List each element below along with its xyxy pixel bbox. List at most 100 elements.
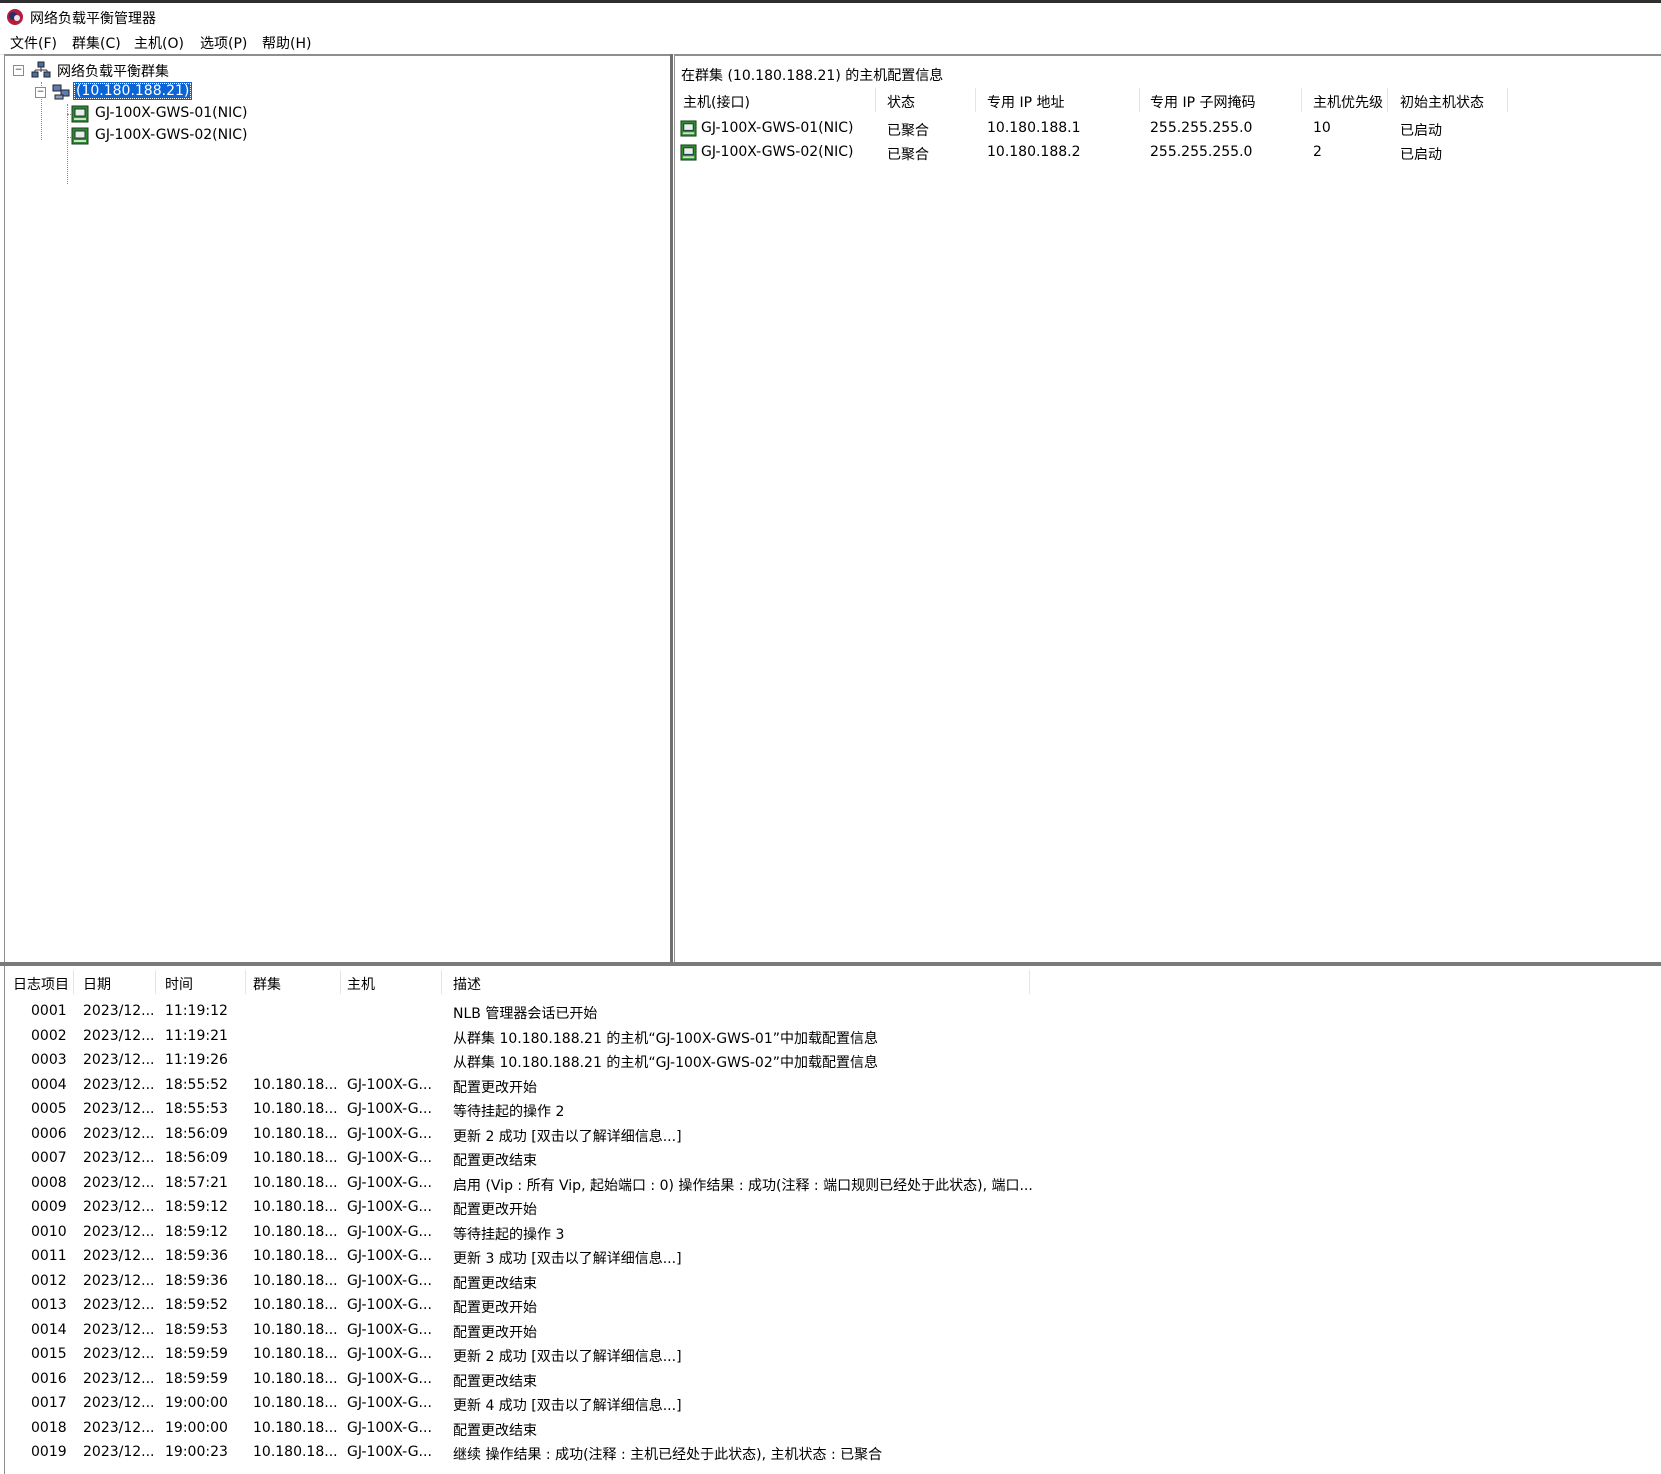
menu-host[interactable]: 主机(O) bbox=[134, 33, 184, 53]
log-row[interactable]: 0004 2023/12... 18:55:52 10.180.18... GJ-100… bbox=[5, 1074, 1055, 1098]
menu-options[interactable]: 选项(P) bbox=[200, 33, 247, 53]
collapse-icon[interactable]: − bbox=[35, 87, 46, 98]
log-description-cell: 更新 4 成功 [双击以了解详细信息...] bbox=[453, 1398, 682, 1414]
log-row[interactable]: 0017 2023/12... 19:00:00 10.180.18... GJ-100… bbox=[5, 1392, 1055, 1416]
log-date-cell: 2023/12... bbox=[83, 1444, 155, 1460]
log-row[interactable]: 0016 2023/12... 18:59:59 10.180.18... GJ-100… bbox=[5, 1368, 1055, 1392]
host-ip-cell: 10.180.188.1 bbox=[987, 120, 1081, 136]
host-nic-icon bbox=[680, 120, 697, 137]
collapse-icon[interactable]: − bbox=[13, 65, 24, 76]
host-mask-cell: 255.255.255.0 bbox=[1150, 120, 1253, 136]
column-divider[interactable] bbox=[975, 88, 976, 112]
log-row[interactable]: 0019 2023/12... 19:00:23 10.180.18... GJ-100… bbox=[5, 1441, 1055, 1465]
column-divider[interactable] bbox=[340, 970, 341, 994]
nlb-app-icon bbox=[7, 9, 23, 25]
log-date-cell: 2023/12... bbox=[83, 1248, 155, 1264]
log-host-cell: GJ-100X-G... bbox=[347, 1370, 432, 1387]
host-row[interactable]: GJ-100X-GWS-02(NIC) 已聚合 10.180.188.2 255… bbox=[675, 142, 1515, 164]
log-row[interactable]: 0011 2023/12... 18:59:36 10.180.18... GJ-100… bbox=[5, 1245, 1055, 1269]
log-header-entry[interactable]: 日志项目 bbox=[13, 974, 69, 994]
log-row[interactable]: 0006 2023/12... 18:56:09 10.180.18... GJ-100… bbox=[5, 1123, 1055, 1147]
log-time-cell: 18:59:59 bbox=[165, 1346, 228, 1362]
column-divider[interactable] bbox=[73, 970, 74, 994]
column-divider[interactable] bbox=[1387, 88, 1388, 112]
log-cluster-cell: 10.180.18... bbox=[253, 1346, 338, 1362]
column-header-initial-state[interactable]: 初始主机状态 bbox=[1400, 92, 1484, 112]
host-nic-icon bbox=[680, 144, 697, 161]
log-time-cell: 19:00:00 bbox=[165, 1419, 228, 1436]
log-pane[interactable]: 日志项目 日期 时间 群集 主机 描述 0001 2023/12... 11:19:… bbox=[4, 966, 1661, 1474]
log-entry-id-cell: 0016 bbox=[31, 1370, 67, 1387]
log-time-cell: 18:57:21 bbox=[165, 1174, 228, 1191]
menu-cluster[interactable]: 群集(C) bbox=[72, 33, 121, 53]
log-description-cell: 启用 (Vip : 所有 Vip, 起始端口 : 0) 操作结果 : 成功(注释… bbox=[453, 1177, 1033, 1194]
vertical-splitter[interactable] bbox=[670, 54, 673, 962]
host-priority-cell: 10 bbox=[1313, 120, 1331, 136]
host-nic-icon bbox=[71, 105, 89, 123]
tree-cluster-label[interactable]: (10.180.188.21) bbox=[73, 82, 193, 100]
log-description-cell: 继续 操作结果 : 成功(注释 : 主机已经处于此状态), 主机状态 : 已聚合 bbox=[453, 1447, 883, 1463]
host-status-cell: 已聚合 bbox=[887, 123, 929, 139]
column-divider[interactable] bbox=[1507, 88, 1508, 112]
log-entry-id-cell: 0009 bbox=[31, 1199, 67, 1215]
log-host-cell: GJ-100X-G... bbox=[347, 1223, 432, 1240]
log-time-cell: 18:59:36 bbox=[165, 1272, 228, 1289]
log-entry-id-cell: 0015 bbox=[31, 1346, 67, 1362]
log-time-cell: 19:00:23 bbox=[165, 1444, 228, 1460]
log-row[interactable]: 0010 2023/12... 18:59:12 10.180.18... GJ-100… bbox=[5, 1221, 1055, 1245]
menu-file[interactable]: 文件(F) bbox=[10, 33, 57, 53]
cluster-tree-pane[interactable]: − 网络负载平衡群集 − (10.180.188.21) GJ-100X-GWS… bbox=[4, 54, 671, 963]
log-header-host[interactable]: 主机 bbox=[347, 974, 375, 994]
log-row[interactable]: 0008 2023/12... 18:57:21 10.180.18... GJ-100… bbox=[5, 1172, 1055, 1196]
log-entry-id-cell: 0019 bbox=[31, 1444, 67, 1460]
log-header-cluster[interactable]: 群集 bbox=[253, 974, 281, 994]
column-header-priority[interactable]: 主机优先级 bbox=[1313, 92, 1383, 112]
log-header-time[interactable]: 时间 bbox=[165, 974, 193, 994]
log-row[interactable]: 0001 2023/12... 11:19:12 NLB 管理器会话已开始 bbox=[5, 1000, 1055, 1024]
column-header-dedicated-ip[interactable]: 专用 IP 地址 bbox=[987, 92, 1064, 112]
log-row[interactable]: 0014 2023/12... 18:59:53 10.180.18... GJ-100… bbox=[5, 1319, 1055, 1343]
log-row[interactable]: 0012 2023/12... 18:59:36 10.180.18... GJ-100… bbox=[5, 1270, 1055, 1294]
tree-root-label[interactable]: 网络负载平衡群集 bbox=[54, 60, 172, 82]
log-row[interactable]: 0013 2023/12... 18:59:52 10.180.18... GJ-100… bbox=[5, 1294, 1055, 1318]
host-row[interactable]: GJ-100X-GWS-01(NIC) 已聚合 10.180.188.1 255… bbox=[675, 118, 1515, 140]
log-row[interactable]: 0007 2023/12... 18:56:09 10.180.18... GJ-100… bbox=[5, 1147, 1055, 1171]
log-description-cell: 配置更改开始 bbox=[453, 1079, 537, 1096]
log-cluster-cell: 10.180.18... bbox=[253, 1248, 338, 1264]
log-row[interactable]: 0005 2023/12... 18:55:53 10.180.18... GJ-100… bbox=[5, 1098, 1055, 1122]
log-entry-id-cell: 0006 bbox=[31, 1125, 67, 1142]
log-description-cell: 配置更改开始 bbox=[453, 1300, 537, 1316]
log-description-cell: 更新 2 成功 [双击以了解详细信息...] bbox=[453, 1128, 682, 1145]
column-divider[interactable] bbox=[875, 88, 876, 112]
log-row[interactable]: 0002 2023/12... 11:19:21 从群集 10.180.188.21 … bbox=[5, 1025, 1055, 1049]
menu-help[interactable]: 帮助(H) bbox=[262, 33, 311, 53]
log-cluster-cell: 10.180.18... bbox=[253, 1297, 338, 1313]
column-divider[interactable] bbox=[245, 970, 246, 994]
log-description-cell: 等待挂起的操作 3 bbox=[453, 1226, 565, 1243]
log-entry-id-cell: 0012 bbox=[31, 1272, 67, 1289]
log-host-cell: GJ-100X-G... bbox=[347, 1199, 432, 1215]
log-entry-id-cell: 0003 bbox=[31, 1052, 67, 1068]
column-divider[interactable] bbox=[441, 970, 442, 994]
column-header-host[interactable]: 主机(接口) bbox=[683, 92, 750, 112]
tree-host-label[interactable]: GJ-100X-GWS-02(NIC) bbox=[92, 126, 250, 144]
log-row[interactable]: 0003 2023/12... 11:19:26 从群集 10.180.188.21 … bbox=[5, 1049, 1055, 1073]
log-row[interactable]: 0018 2023/12... 19:00:00 10.180.18... GJ-100… bbox=[5, 1417, 1055, 1441]
log-row[interactable]: 0015 2023/12... 18:59:59 10.180.18... GJ-100… bbox=[5, 1343, 1055, 1367]
tree-host-label[interactable]: GJ-100X-GWS-01(NIC) bbox=[92, 104, 250, 122]
log-date-cell: 2023/12... bbox=[83, 1370, 155, 1387]
column-header-status[interactable]: 状态 bbox=[887, 92, 915, 112]
log-host-cell: GJ-100X-G... bbox=[347, 1297, 432, 1313]
column-header-subnet-mask[interactable]: 专用 IP 子网掩码 bbox=[1150, 92, 1255, 112]
log-header-date[interactable]: 日期 bbox=[83, 974, 111, 994]
host-status-cell: 已聚合 bbox=[887, 147, 929, 163]
log-time-cell: 11:19:26 bbox=[165, 1052, 228, 1068]
log-row[interactable]: 0009 2023/12... 18:59:12 10.180.18... GJ-100… bbox=[5, 1196, 1055, 1220]
log-time-cell: 19:00:00 bbox=[165, 1395, 228, 1411]
column-divider[interactable] bbox=[1029, 970, 1030, 994]
log-header-description[interactable]: 描述 bbox=[453, 974, 481, 994]
column-divider[interactable] bbox=[1301, 88, 1302, 112]
log-entry-id-cell: 0008 bbox=[31, 1174, 67, 1191]
column-divider[interactable] bbox=[155, 970, 156, 994]
column-divider[interactable] bbox=[1139, 88, 1140, 112]
